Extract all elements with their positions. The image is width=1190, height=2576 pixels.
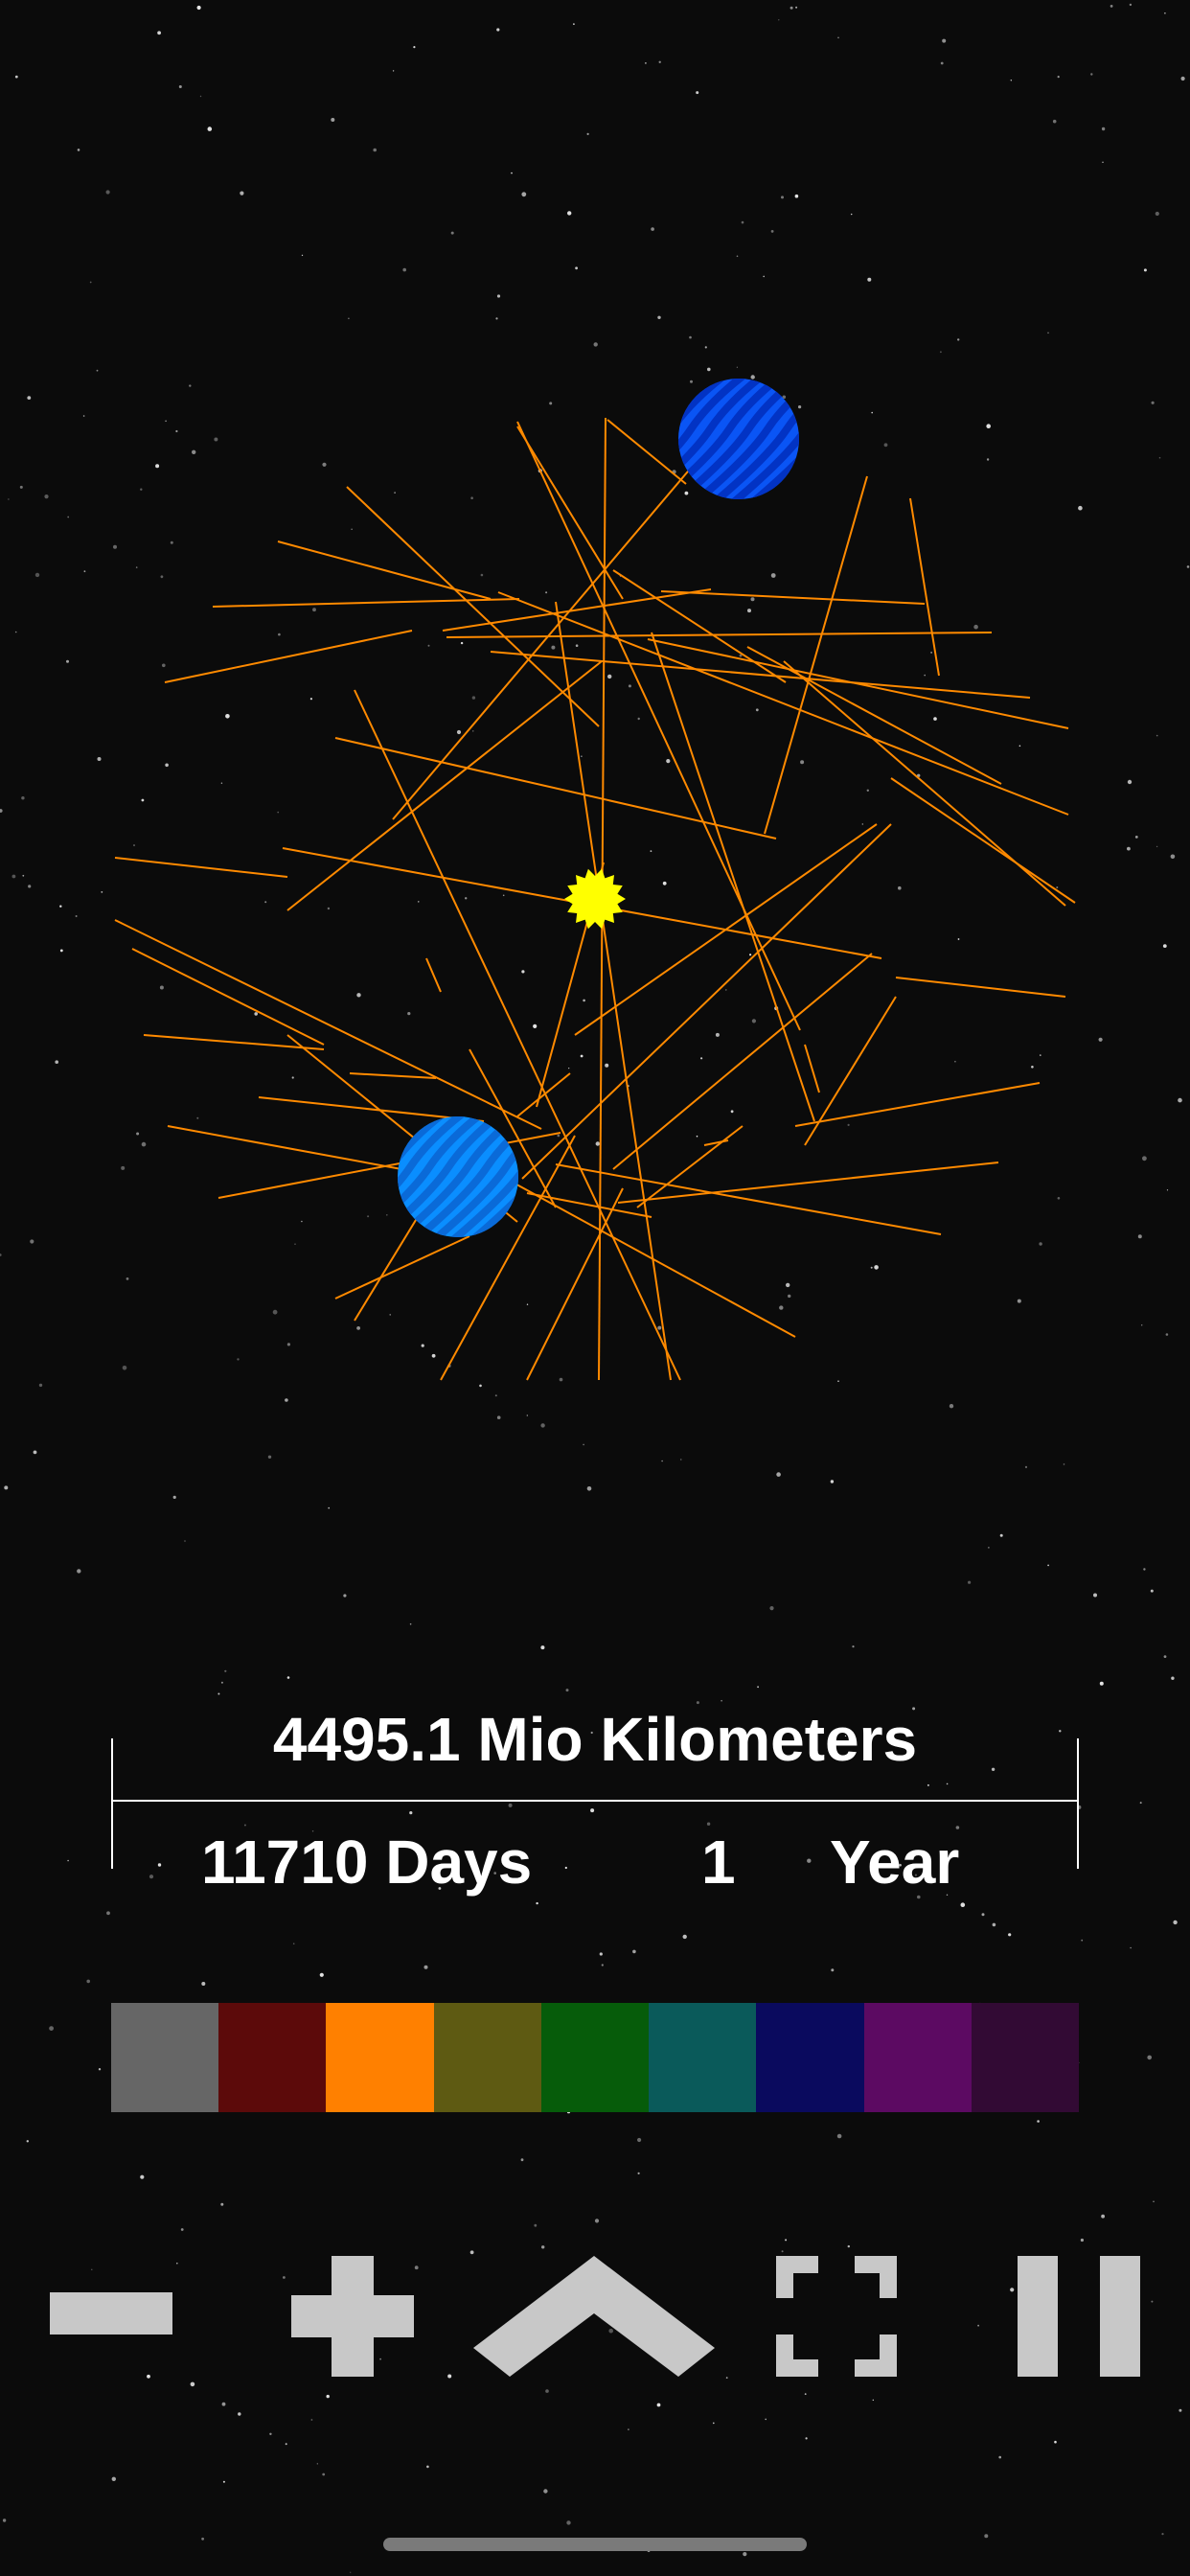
orbit-line (804, 996, 897, 1146)
palette-swatch-orange[interactable] (326, 2003, 434, 2112)
orbit-line (516, 421, 801, 1031)
expand-up-button[interactable] (473, 2256, 715, 2377)
scale-bar (111, 1800, 1079, 1802)
control-bar (0, 2242, 1190, 2396)
orbit-line (617, 1162, 999, 1204)
orbit-line (555, 601, 672, 1381)
orbit-line (446, 632, 993, 638)
orbit-line (277, 540, 492, 600)
orbit-line (612, 953, 873, 1170)
orbit-line (425, 957, 442, 993)
year-label: Year (830, 1828, 960, 1897)
year-counter: 1 (701, 1828, 736, 1897)
palette-swatch-teal[interactable] (649, 2003, 757, 2112)
orbit-line (286, 660, 603, 911)
orbit-line (804, 1044, 820, 1093)
zoom-out-button[interactable] (50, 2292, 172, 2334)
orbit-line (516, 426, 624, 600)
orbit-line (660, 590, 926, 605)
orbit-line (212, 598, 520, 608)
info-panel: 4495.1 Mio Kilometers 11710 Days 1 Year (0, 1687, 1190, 1917)
orbit-line (114, 857, 288, 878)
orbit-line (164, 630, 413, 683)
palette-swatch-purple[interactable] (863, 2003, 972, 2112)
orbit-line (794, 1082, 1041, 1127)
palette-swatch-olive[interactable] (433, 2003, 541, 2112)
orbit-simulation[interactable] (0, 0, 1190, 1495)
orbit-line (442, 588, 712, 632)
palette-swatch-dark-purple[interactable] (971, 2003, 1079, 2112)
orbit-line (647, 638, 1069, 729)
orbit-line (606, 419, 687, 485)
pause-button[interactable] (1018, 2256, 1140, 2377)
distance-label: 4495.1 Mio Kilometers (272, 1705, 918, 1774)
outer-planet-icon (678, 379, 799, 499)
palette-swatch-gray[interactable] (111, 2003, 219, 2112)
fullscreen-button[interactable] (776, 2256, 897, 2377)
orbit-line (354, 689, 681, 1381)
orbit-line (909, 497, 940, 677)
orbit-line (490, 651, 1031, 699)
zoom-in-button[interactable] (291, 2256, 414, 2377)
orbit-line (167, 1125, 413, 1172)
palette-swatch-navy[interactable] (756, 2003, 864, 2112)
inner-planet-icon (398, 1116, 518, 1237)
orbit-line (334, 1235, 470, 1300)
home-indicator[interactable] (383, 2538, 807, 2551)
orbit-line (895, 977, 1066, 998)
orbit-line (890, 777, 1076, 904)
days-counter: 11710 Days (201, 1828, 533, 1897)
orbit-line (346, 486, 600, 727)
orbit-line (703, 1139, 729, 1146)
palette-swatch-dark-red[interactable] (218, 2003, 327, 2112)
palette-swatch-green[interactable] (540, 2003, 650, 2112)
orbit-line (349, 1072, 437, 1079)
orbit-line (131, 948, 325, 1046)
orbit-line (764, 475, 868, 835)
sun-icon (564, 868, 626, 930)
orbit-line (612, 569, 787, 683)
color-palette (111, 2003, 1079, 2112)
orbit-line (497, 591, 1069, 816)
orbit-line (526, 1192, 652, 1218)
